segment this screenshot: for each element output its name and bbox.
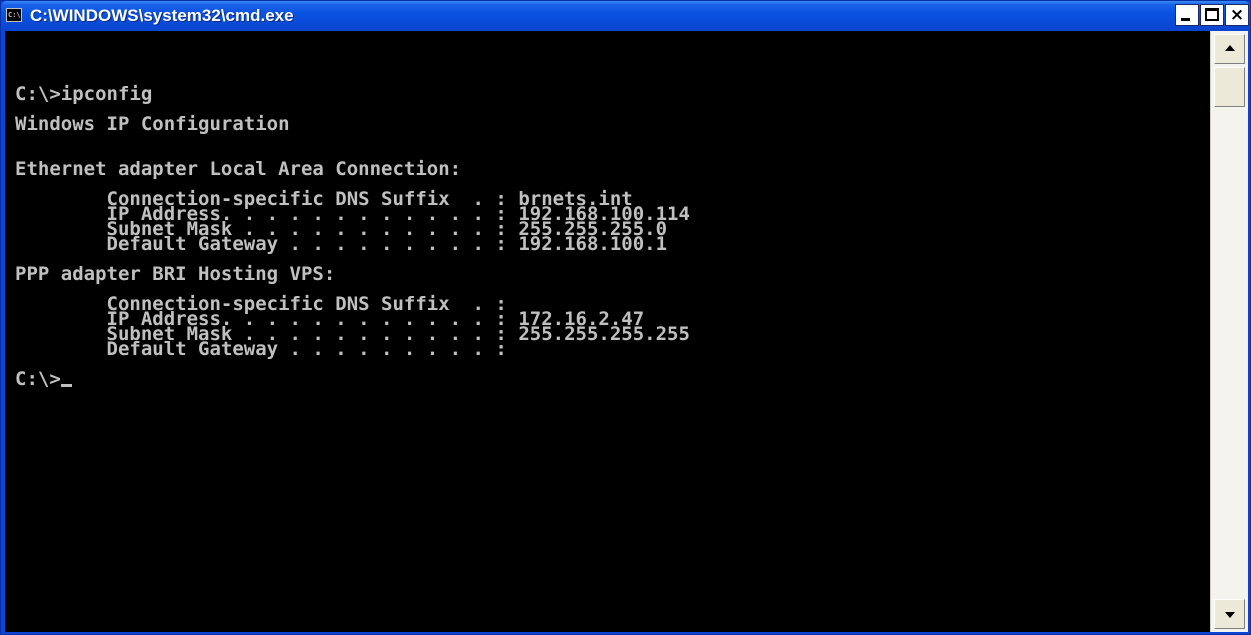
window-title: C:\WINDOWS\system32\cmd.exe [30,6,294,25]
scroll-up-arrow-icon [1225,45,1235,51]
console-line: PPP adapter BRI Hosting VPS: [15,263,336,285]
console-line: C:\>ipconfig [15,83,153,105]
scroll-up-button[interactable] [1214,34,1245,64]
close-button[interactable]: × [1225,4,1249,26]
prompt-line[interactable]: C:\> [15,370,690,389]
close-icon: × [1229,5,1245,25]
text-cursor [60,384,72,387]
maximize-icon [1205,8,1219,21]
scrollbar-thumb[interactable] [1214,67,1245,107]
cmd-app-icon[interactable]: C:\ [6,8,22,22]
prompt-text: C:\> [15,368,61,390]
console-output[interactable]: C:\>ipconfig Windows IP Configuration Ethe… [5,31,1210,632]
scroll-down-button[interactable] [1214,599,1245,629]
title-bar[interactable]: C:\ C:\WINDOWS\system32\cmd.exe × [1,1,1250,31]
vertical-scrollbar[interactable] [1210,31,1248,632]
console-text-block: C:\>ipconfig Windows IP Configuration Ethe… [15,83,690,389]
cmd-window: C:\ C:\WINDOWS\system32\cmd.exe × C:\>ip… [0,0,1251,635]
scroll-down-arrow-icon [1225,612,1235,618]
console-line: Default Gateway . . . . . . . . . : 192.… [15,233,668,255]
maximize-button[interactable] [1200,4,1224,26]
window-controls: × [1175,4,1249,26]
minimize-icon [1181,18,1190,21]
minimize-button[interactable] [1175,4,1199,26]
console-line: Ethernet adapter Local Area Connection: [15,158,462,180]
console-line: Windows IP Configuration [15,113,290,135]
